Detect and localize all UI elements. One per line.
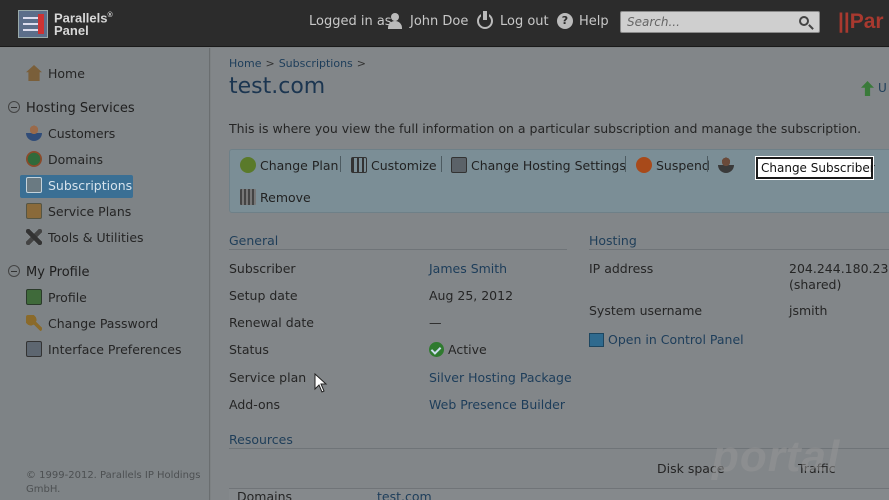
hosting-divider <box>589 249 889 250</box>
suspend-icon <box>636 157 652 173</box>
logo-text: Parallels® Panel <box>54 10 113 39</box>
subscription-toolbar: Change Plan Customize Change Hosting Set… <box>229 149 889 213</box>
breadcrumb-home[interactable]: Home <box>229 57 261 70</box>
intro-text: This is where you view the full informat… <box>229 121 862 136</box>
sidebar-item-change-password[interactable]: Change Password <box>26 314 158 334</box>
key-icon <box>26 315 42 331</box>
tools-icon <box>26 229 42 245</box>
renewal-date-value: — <box>429 315 442 330</box>
domain-link[interactable]: test.com <box>377 489 432 500</box>
subscriber-label: Subscriber <box>229 261 296 276</box>
renewal-date-label: Renewal date <box>229 315 314 330</box>
service-plan-label: Service plan <box>229 370 307 385</box>
upgrade-arrow-icon <box>861 81 874 96</box>
suspend-button[interactable]: Suspend <box>636 156 710 176</box>
setup-date-value: Aug 25, 2012 <box>429 288 514 303</box>
user-icon <box>388 13 402 29</box>
ip-address-label: IP address <box>589 261 654 276</box>
home-icon <box>26 65 42 81</box>
status-label: Status <box>229 342 269 357</box>
system-username-label: System username <box>589 303 703 318</box>
remove-button[interactable]: Remove <box>240 188 311 208</box>
subscriptions-icon <box>26 177 42 193</box>
change-hosting-settings-button[interactable]: Change Hosting Settings <box>451 156 626 176</box>
logout-link[interactable]: Log out <box>500 14 549 29</box>
domains-row-label: Domains <box>237 489 293 500</box>
subscriber-icon <box>718 157 734 173</box>
parallels-brand-logo: ||Par <box>838 10 884 33</box>
subscriber-link[interactable]: James Smith <box>429 261 507 276</box>
sidebar: Home Hosting Services Customers Domains … <box>0 48 210 500</box>
check-icon <box>429 342 444 357</box>
mouse-cursor-icon <box>314 373 328 393</box>
help-link[interactable]: Help <box>579 14 609 29</box>
preferences-icon <box>26 341 42 357</box>
open-control-panel-link[interactable]: Open in Control Panel <box>589 332 744 347</box>
help-icon[interactable]: ? <box>557 13 573 29</box>
search-input[interactable] <box>627 14 787 30</box>
resources-heading: Resources <box>229 432 293 447</box>
trash-icon <box>240 189 256 205</box>
addons-label: Add-ons <box>229 397 281 412</box>
hosting-heading: Hosting <box>589 233 637 248</box>
sidebar-item-label: Home <box>48 66 85 81</box>
status-value: Active <box>429 342 487 357</box>
copyright-text: © 1999-2012. Parallels IP Holdings GmbH. <box>26 470 201 495</box>
ip-address-note: (shared) <box>789 277 842 292</box>
sidebar-item-customers[interactable]: Customers <box>26 124 115 144</box>
watermark-logo: portal <box>712 432 841 481</box>
section-my-profile[interactable]: My Profile <box>8 263 89 283</box>
sidebar-item-profile[interactable]: Profile <box>26 288 87 308</box>
sidebar-item-service-plans[interactable]: Service Plans <box>26 202 131 222</box>
service-plans-icon <box>26 203 42 219</box>
section-hosting-services[interactable]: Hosting Services <box>8 99 135 119</box>
collapse-icon[interactable] <box>8 101 20 113</box>
ip-address-value: 204.244.180.231 <box>789 261 889 276</box>
sidebar-item-domains[interactable]: Domains <box>26 150 103 170</box>
general-heading: General <box>229 233 279 248</box>
control-panel-icon <box>589 333 604 347</box>
customize-button[interactable]: Customize <box>351 156 437 176</box>
sidebar-item-interface-preferences[interactable]: Interface Preferences <box>26 340 181 360</box>
power-icon[interactable] <box>477 11 493 29</box>
change-plan-icon <box>240 157 256 173</box>
parallels-panel-logo[interactable]: Parallels® Panel <box>18 8 123 40</box>
breadcrumb-subscriptions[interactable]: Subscriptions <box>279 57 353 70</box>
upgrade-button[interactable]: U <box>861 81 889 97</box>
customers-icon <box>26 125 42 141</box>
change-subscriber-icon-wrap[interactable] <box>718 156 738 176</box>
search-icon[interactable] <box>799 16 809 26</box>
breadcrumb: Home > Subscriptions > <box>229 57 366 70</box>
top-bar: Parallels® Panel Logged in as John Doe L… <box>0 0 889 47</box>
sliders-icon <box>351 157 367 173</box>
user-name-link[interactable]: John Doe <box>410 14 468 29</box>
system-username-value: jsmith <box>789 303 828 318</box>
setup-date-label: Setup date <box>229 288 298 303</box>
hosting-settings-icon <box>451 157 467 173</box>
sidebar-item-home[interactable]: Home <box>26 64 85 84</box>
profile-card-icon <box>26 289 42 305</box>
domains-icon <box>26 151 42 167</box>
change-subscriber-button[interactable]: Change Subscriber <box>755 156 875 180</box>
general-divider <box>229 249 567 250</box>
logo-icon <box>18 10 48 38</box>
resources-table-row <box>229 488 889 500</box>
change-plan-button[interactable]: Change Plan <box>240 156 338 176</box>
page-title: test.com <box>229 74 326 99</box>
collapse-icon[interactable] <box>8 265 20 277</box>
service-plan-link[interactable]: Silver Hosting Package <box>429 370 572 385</box>
sidebar-item-subscriptions[interactable]: Subscriptions <box>26 176 132 196</box>
addons-link[interactable]: Web Presence Builder <box>429 397 565 412</box>
sidebar-item-tools[interactable]: Tools & Utilities <box>26 228 144 248</box>
logged-in-label: Logged in as <box>309 14 392 29</box>
search-box <box>620 11 820 33</box>
